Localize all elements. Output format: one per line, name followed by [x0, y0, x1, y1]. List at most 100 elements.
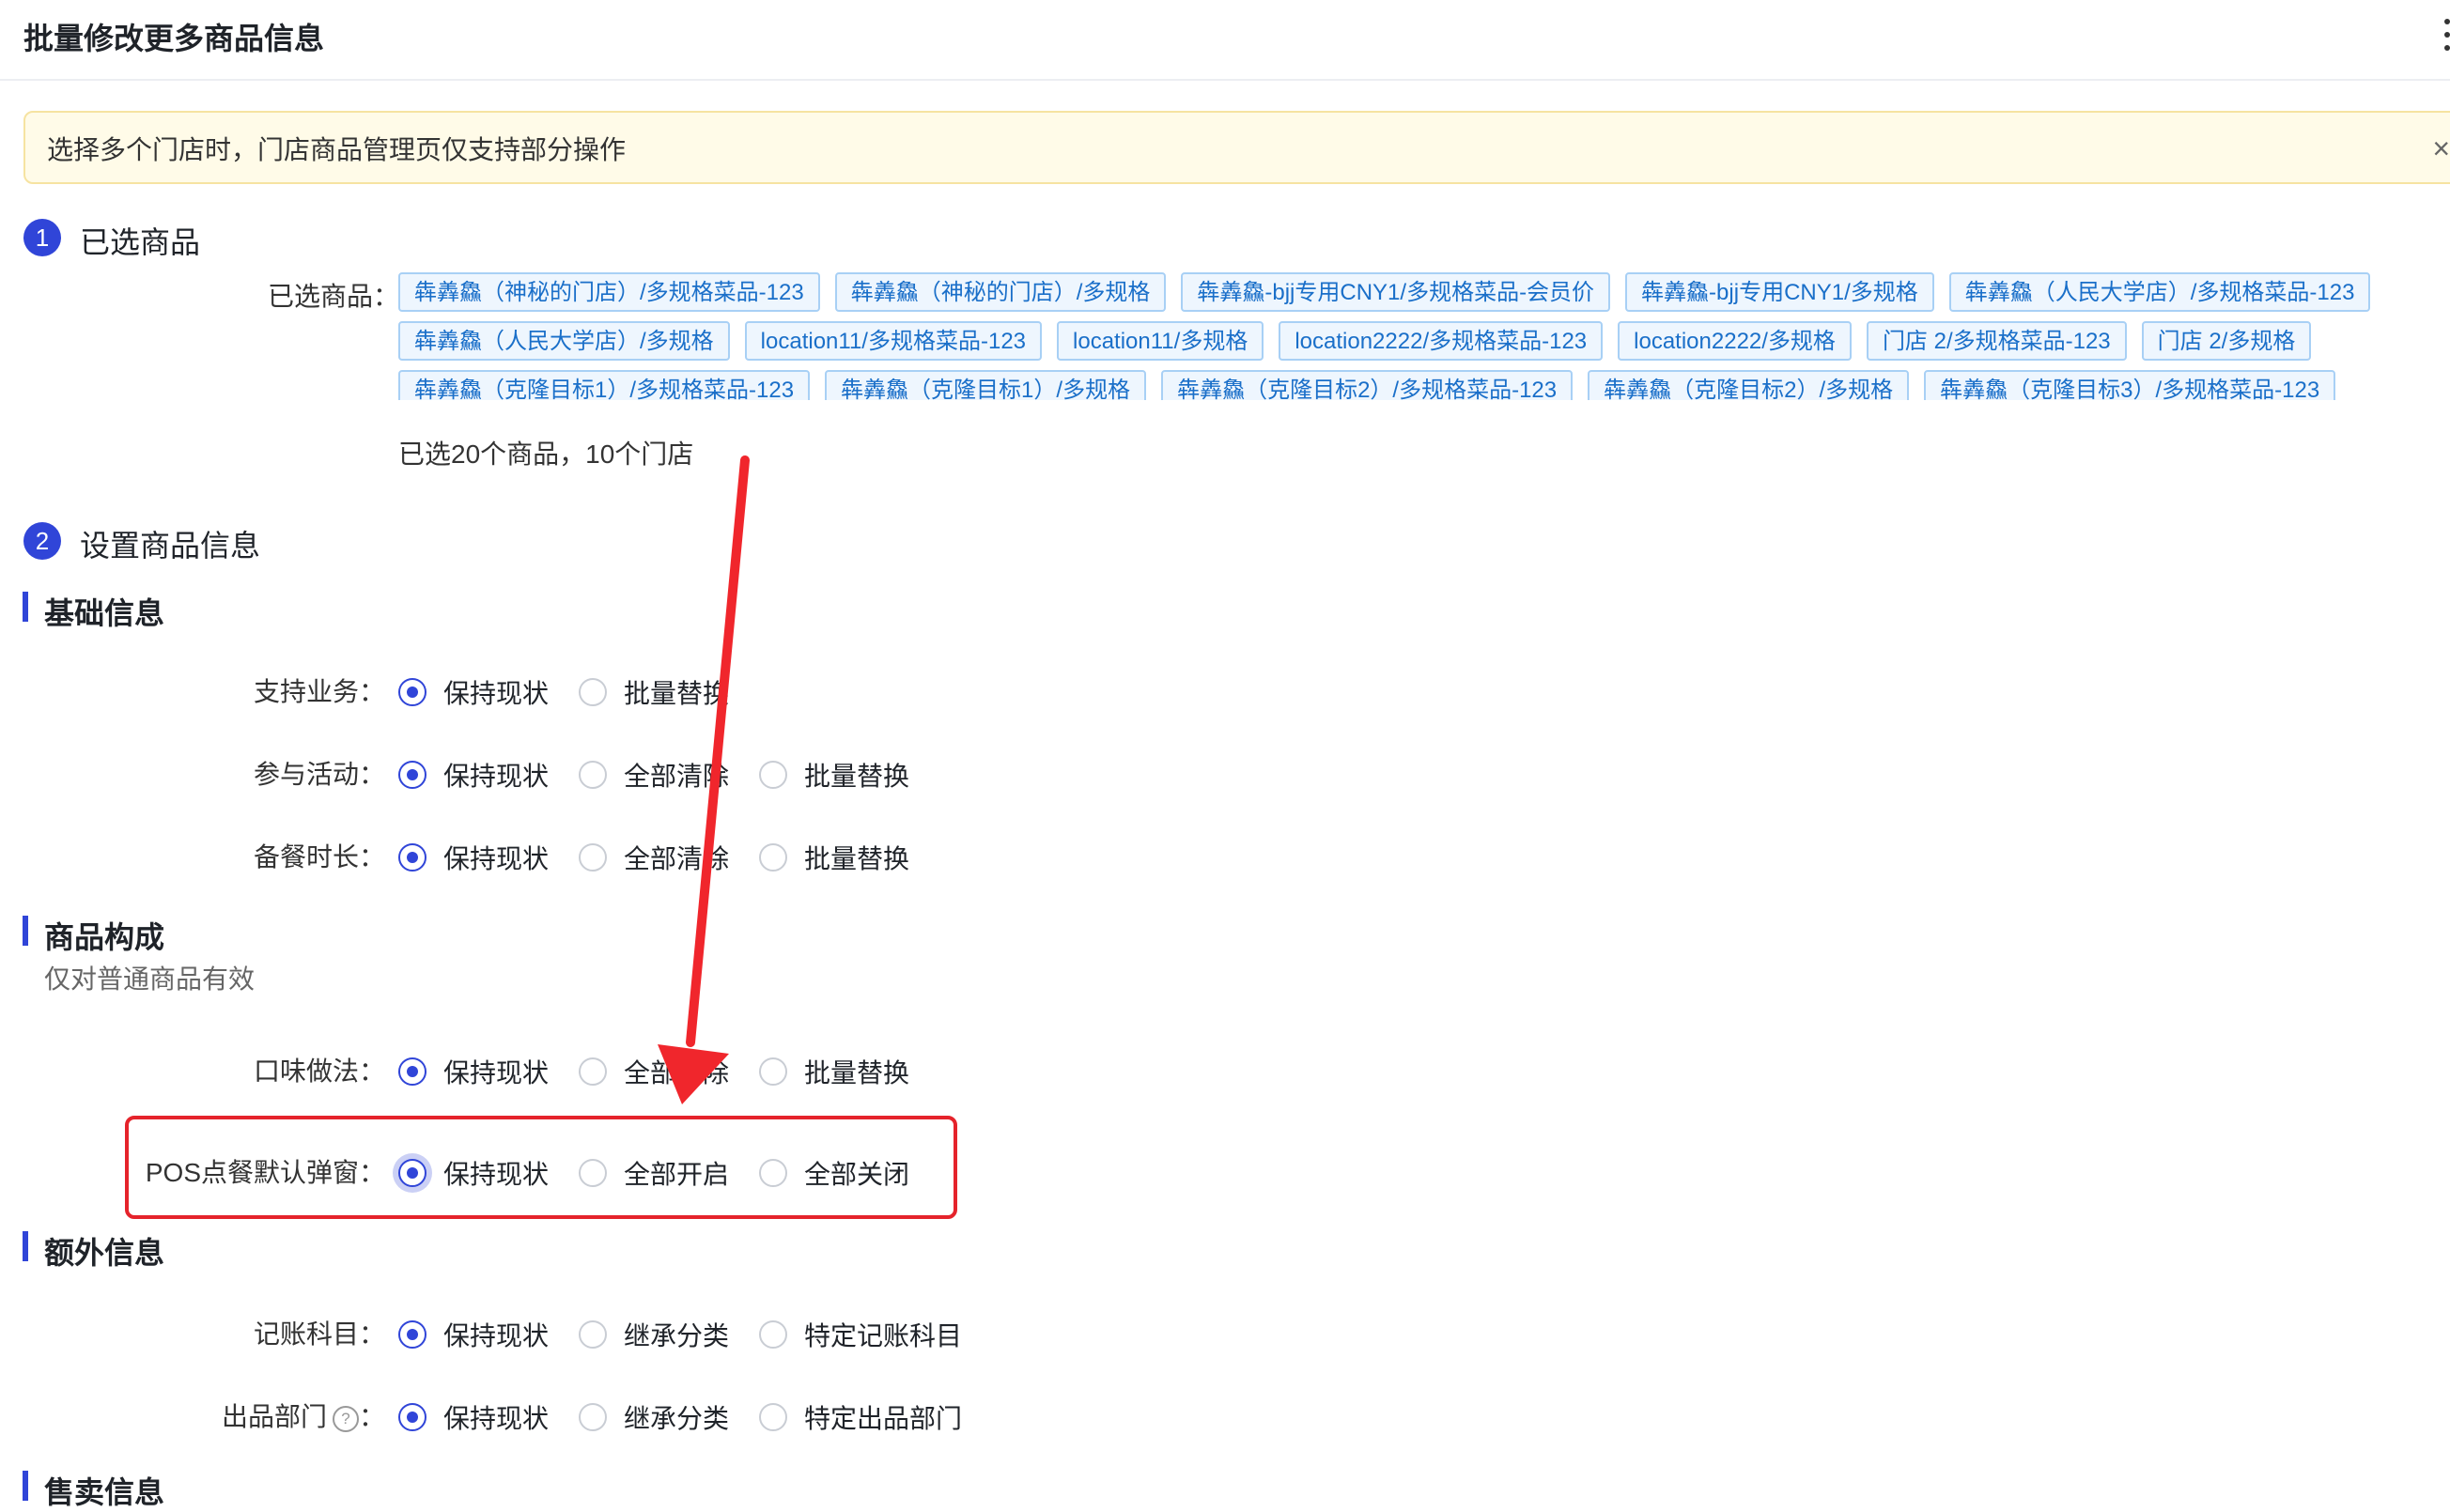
radio-circle-icon[interactable]	[398, 678, 426, 706]
step-2-badge: 2	[23, 522, 61, 560]
radio-label: 特定记账科目	[804, 1321, 963, 1350]
field-label-prep: 备餐时长：	[253, 842, 385, 872]
step-1-badge: 1	[23, 219, 61, 256]
radio-label: 批量替换	[804, 1058, 910, 1088]
more-icon[interactable]	[2441, 19, 2450, 56]
step-1-title: 已选商品	[80, 225, 201, 259]
product-tag[interactable]: 犇羴鱻（克隆目标1）/多规格	[825, 370, 1147, 400]
section-sale-title: 售卖信息	[44, 1475, 165, 1509]
section-extra-title: 额外信息	[44, 1236, 165, 1270]
product-tag[interactable]: location2222/多规格菜品-123	[1279, 321, 1604, 361]
radio-option-activity-1[interactable]: 全部清除	[579, 756, 729, 794]
radio-option-prep-2[interactable]: 批量替换	[759, 839, 909, 876]
radio-option-prep-1[interactable]: 全部清除	[579, 839, 729, 876]
radio-circle-icon[interactable]	[579, 1403, 607, 1431]
tags-row-2: 犇羴鱻（人民大学店）/多规格 location11/多规格菜品-123 locati…	[398, 321, 2312, 361]
product-tag[interactable]: location11/多规格	[1057, 321, 1264, 361]
radio-option-activity-0[interactable]: 保持现状	[398, 756, 549, 794]
tags-row-1: 犇羴鱻（神秘的门店）/多规格菜品-123 犇羴鱻（神秘的门店）/多规格 犇羴鱻-bj…	[398, 272, 2371, 312]
product-tag[interactable]: location2222/多规格	[1618, 321, 1852, 361]
radio-label: 全部清除	[624, 1058, 730, 1088]
radio-circle-icon[interactable]	[398, 1057, 426, 1086]
radio-circle-icon[interactable]	[579, 843, 607, 872]
radio-circle-icon[interactable]	[579, 1057, 607, 1086]
radio-circle-icon[interactable]	[398, 1403, 426, 1431]
field-label-colon: ：	[358, 1402, 385, 1431]
alert-text: 选择多个门店时，门店商品管理页仅支持部分操作	[47, 135, 627, 164]
annotation-arrow	[658, 455, 750, 1104]
radio-option-dept-0[interactable]: 保持现状	[398, 1398, 549, 1436]
selected-products-label: 已选商品：	[268, 282, 400, 311]
help-icon[interactable]: ?	[332, 1405, 359, 1432]
radio-circle-icon[interactable]	[579, 1320, 607, 1349]
selected-count: 已选20个商品，10个门店	[398, 440, 694, 469]
product-tag[interactable]: 犇羴鱻（克隆目标2）/多规格菜品-123	[1161, 370, 1574, 400]
section-bar	[23, 916, 28, 946]
product-tag[interactable]: 门店 2/多规格菜品-123	[1866, 321, 2127, 361]
field-label-dept: 出品部门?：	[222, 1396, 385, 1434]
radio-circle-icon[interactable]	[579, 678, 607, 706]
step-2-title: 设置商品信息	[80, 529, 261, 563]
section-bar	[23, 1471, 28, 1501]
dialog-header	[0, 0, 2450, 81]
radio-option-account-0[interactable]: 保持现状	[398, 1316, 549, 1353]
close-icon[interactable]: ×	[2432, 130, 2450, 167]
radio-option-flavor-0[interactable]: 保持现状	[398, 1053, 549, 1090]
radio-circle-icon[interactable]	[579, 761, 607, 789]
dialog-title: 批量修改更多商品信息	[23, 22, 325, 55]
radio-option-account-2[interactable]: 特定记账科目	[759, 1316, 962, 1353]
radio-label: 保持现状	[443, 679, 550, 708]
radio-circle-icon[interactable]	[759, 1057, 787, 1086]
section-bar	[23, 592, 28, 622]
product-tag[interactable]: 犇羴鱻（人民大学店）/多规格菜品-123	[1948, 272, 2371, 312]
radio-label: 批量替换	[804, 844, 910, 873]
product-tag[interactable]: 犇羴鱻（人民大学店）/多规格	[398, 321, 730, 361]
section-composition-subtitle: 仅对普通商品有效	[44, 964, 256, 994]
radio-label: 特定出品部门	[804, 1404, 963, 1433]
section-composition-title: 商品构成	[44, 920, 165, 954]
field-label-business: 支持业务：	[253, 677, 385, 706]
radio-option-business-1[interactable]: 批量替换	[579, 673, 729, 711]
product-tag[interactable]: location11/多规格菜品-123	[744, 321, 1043, 361]
field-label-activity: 参与活动：	[253, 760, 385, 789]
product-tag[interactable]: 门店 2/多规格	[2141, 321, 2312, 361]
radio-label: 继承分类	[624, 1404, 730, 1433]
radio-circle-icon[interactable]	[398, 1320, 426, 1349]
product-tag[interactable]: 犇羴鱻-bjj专用CNY1/多规格菜品-会员价	[1181, 272, 1611, 312]
product-tag[interactable]: 犇羴鱻-bjj专用CNY1/多规格	[1625, 272, 1934, 312]
radio-label: 保持现状	[443, 1058, 550, 1088]
product-tag[interactable]: 犇羴鱻（神秘的门店）/多规格菜品-123	[398, 272, 820, 312]
radio-circle-icon[interactable]	[398, 843, 426, 872]
radio-label: 保持现状	[443, 1404, 550, 1433]
radio-option-account-1[interactable]: 继承分类	[579, 1316, 729, 1353]
radio-label: 全部清除	[624, 844, 730, 873]
radio-label: 保持现状	[443, 1321, 550, 1350]
radio-label: 继承分类	[624, 1321, 730, 1350]
radio-option-activity-2[interactable]: 批量替换	[759, 756, 909, 794]
radio-option-dept-1[interactable]: 继承分类	[579, 1398, 729, 1436]
radio-label: 保持现状	[443, 844, 550, 873]
field-label-account: 记账科目：	[253, 1319, 385, 1349]
radio-option-business-0[interactable]: 保持现状	[398, 673, 549, 711]
radio-circle-icon[interactable]	[759, 761, 787, 789]
radio-circle-icon[interactable]	[759, 1403, 787, 1431]
radio-option-flavor-2[interactable]: 批量替换	[759, 1053, 909, 1090]
product-tag[interactable]: 犇羴鱻（克隆目标2）/多规格	[1588, 370, 1910, 400]
annotation-highlight-box	[125, 1116, 957, 1219]
field-label-text: 出品部门	[221, 1402, 327, 1431]
radio-circle-icon[interactable]	[398, 761, 426, 789]
radio-label: 全部清除	[624, 762, 730, 791]
radio-circle-icon[interactable]	[759, 843, 787, 872]
radio-option-dept-2[interactable]: 特定出品部门	[759, 1398, 962, 1436]
radio-circle-icon[interactable]	[759, 1320, 787, 1349]
product-tag[interactable]: 犇羴鱻（克隆目标3）/多规格菜品-123	[1924, 370, 2336, 400]
radio-label: 批量替换	[804, 762, 910, 791]
tags-row-3: 犇羴鱻（克隆目标1）/多规格菜品-123 犇羴鱻（克隆目标1）/多规格 犇羴鱻（克隆…	[398, 370, 2336, 400]
radio-option-prep-0[interactable]: 保持现状	[398, 839, 549, 876]
product-tag[interactable]: 犇羴鱻（克隆目标1）/多规格菜品-123	[398, 370, 811, 400]
radio-option-flavor-1[interactable]: 全部清除	[579, 1053, 729, 1090]
product-tag[interactable]: 犇羴鱻（神秘的门店）/多规格	[834, 272, 1167, 312]
radio-label: 批量替换	[624, 679, 730, 708]
radio-label: 保持现状	[443, 762, 550, 791]
section-bar	[23, 1231, 28, 1261]
